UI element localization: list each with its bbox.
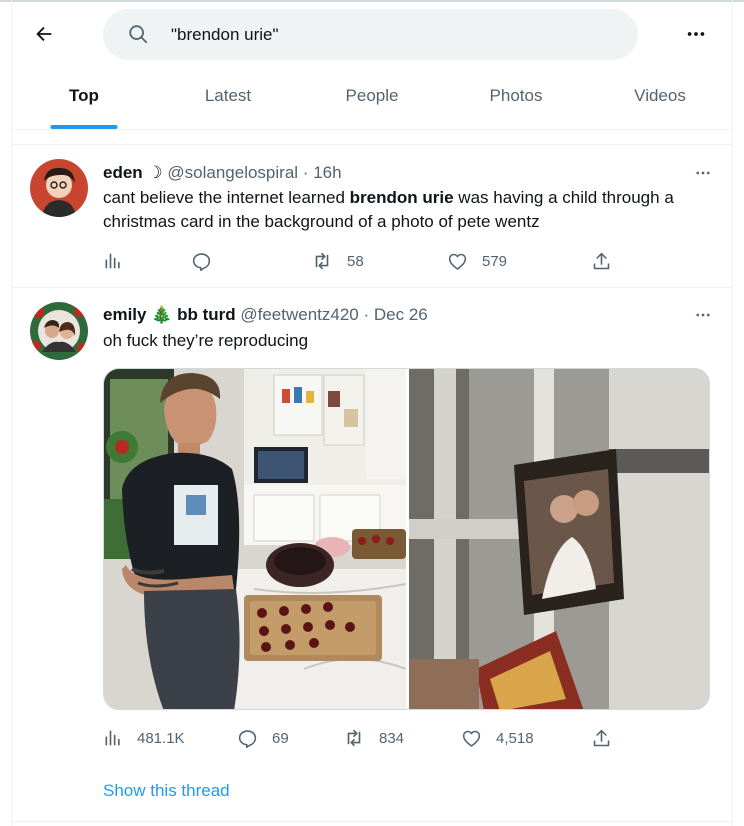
tweet-text: oh fuck they’re reproducing	[103, 331, 309, 350]
tab-videos-label: Videos	[634, 85, 686, 105]
tweet-actions: 481.1K 69 834 4,518	[103, 723, 623, 753]
timestamp[interactable]: Dec 26	[374, 305, 428, 324]
retweet-icon	[347, 729, 361, 747]
like-button[interactable]: 579	[447, 246, 507, 276]
display-name[interactable]: eden ☽	[103, 163, 163, 182]
tweet-actions: 58 579	[103, 246, 623, 276]
search-box[interactable]	[103, 9, 638, 60]
tab-latest-label: Latest	[204, 85, 252, 105]
tweet-more-button[interactable]	[688, 303, 718, 327]
analytics-icon	[105, 730, 120, 746]
tab-top-label: Top	[69, 85, 99, 105]
tweet-more-button[interactable]	[688, 161, 718, 185]
share-button[interactable]	[591, 723, 612, 753]
share-icon	[593, 252, 610, 269]
more-horizontal-icon	[696, 313, 710, 317]
views-button[interactable]: 481.1K	[103, 723, 185, 753]
tweet-content: emily 🎄 bb turd @feetwentz420 · Dec 26 o…	[103, 303, 716, 353]
retweet-count: 834	[379, 729, 405, 747]
tab-people[interactable]: People	[300, 62, 444, 129]
avatar[interactable]	[30, 159, 88, 217]
tweet-text-part: cant believe the internet learned	[103, 188, 350, 207]
back-button[interactable]	[26, 16, 62, 52]
tweet-photo-grid	[104, 369, 710, 710]
more-horizontal-icon	[687, 32, 705, 36]
tweet-text: cant believe the internet learned brendo…	[103, 186, 716, 234]
user-handle[interactable]: @feetwentz420	[240, 305, 358, 324]
search-tabs: Top Latest People Photos Videos	[12, 62, 732, 130]
views-count: 481.1K	[137, 729, 185, 747]
arrow-left-icon	[36, 26, 52, 42]
tweet-header: emily 🎄 bb turd @feetwentz420 · Dec 26	[103, 303, 716, 327]
closeup-photo[interactable]	[409, 369, 710, 710]
tab-photos-label: Photos	[489, 85, 543, 105]
like-button[interactable]: 4,518	[461, 723, 534, 753]
search-input[interactable]	[171, 9, 611, 60]
like-count: 4,518	[496, 729, 534, 747]
share-button[interactable]	[591, 246, 612, 276]
retweet-count: 58	[347, 252, 364, 270]
reply-button[interactable]: 69	[237, 723, 289, 753]
more-options-button[interactable]	[678, 16, 714, 52]
search-header: Top Latest People Photos Videos	[12, 2, 732, 130]
reply-count: 69	[272, 729, 289, 747]
separator-dot: ·	[363, 305, 370, 324]
heart-icon	[448, 253, 467, 270]
tab-videos[interactable]: Videos	[588, 62, 732, 129]
tweet-header: eden ☽ @solangelospiral · 16h	[103, 161, 716, 185]
reply-button[interactable]	[191, 246, 212, 276]
tab-people-label: People	[345, 85, 399, 105]
search-highlight: brendon urie	[349, 188, 454, 207]
feed-separator	[12, 130, 732, 145]
kitchen-photo[interactable]	[104, 369, 407, 710]
retweet-button[interactable]: 834	[343, 723, 404, 753]
retweet-icon	[315, 252, 329, 270]
tweet-content: eden ☽ @solangelospiral · 16h cant belie…	[103, 161, 716, 234]
tab-latest[interactable]: Latest	[156, 62, 300, 129]
analytics-icon	[105, 253, 120, 269]
avatar[interactable]	[30, 302, 88, 360]
heart-icon	[462, 730, 481, 747]
reply-icon	[238, 729, 257, 748]
display-name[interactable]: emily 🎄 bb turd	[103, 305, 236, 324]
separator-dot: ·	[302, 163, 309, 182]
tweet-media[interactable]	[103, 368, 710, 710]
tab-photos[interactable]: Photos	[444, 62, 588, 129]
show-thread-link[interactable]: Show this thread	[103, 781, 230, 801]
retweet-button[interactable]: 58	[311, 246, 364, 276]
tab-top[interactable]: Top	[12, 62, 156, 129]
share-icon	[593, 729, 610, 746]
active-tab-indicator	[50, 125, 118, 129]
user-handle[interactable]: @solangelospiral	[167, 163, 298, 182]
reply-icon	[192, 252, 211, 271]
column-border-right	[732, 0, 733, 826]
tweet[interactable]: emily 🎄 bb turd @feetwentz420 · Dec 26 o…	[12, 289, 732, 822]
like-count: 579	[482, 252, 508, 270]
search-icon	[129, 25, 148, 44]
more-horizontal-icon	[696, 171, 710, 175]
views-button[interactable]	[103, 246, 123, 276]
timestamp[interactable]: 16h	[313, 163, 341, 182]
tweet[interactable]: eden ☽ @solangelospiral · 16h cant belie…	[12, 146, 732, 288]
